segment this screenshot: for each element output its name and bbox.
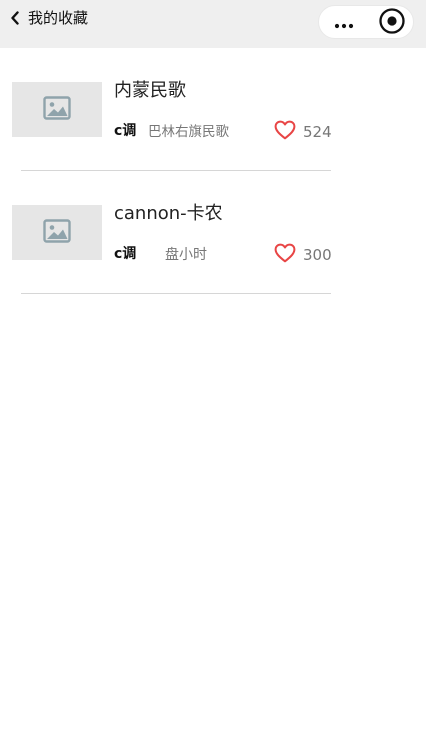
favorite-song-item[interactable]: cannon-卡农 c调 盘小时 300 (0, 171, 426, 294)
heart-outline-icon (274, 120, 296, 144)
song-cover (12, 82, 102, 137)
like-count: 524 (303, 123, 332, 141)
like-count: 300 (303, 246, 332, 264)
mini-program-capsule (318, 5, 414, 39)
list-divider (21, 293, 331, 294)
chevron-left-icon (10, 11, 20, 25)
song-key: c调 (114, 246, 137, 262)
song-title: 内蒙民歌 (114, 80, 186, 101)
song-artist: 巴林右旗民歌 (148, 124, 229, 140)
song-title: cannon-卡农 (114, 203, 223, 224)
more-button[interactable] (319, 6, 369, 40)
navigation-bar: 我的收藏 (0, 0, 426, 48)
image-placeholder-icon (43, 95, 71, 124)
song-key: c调 (114, 123, 137, 139)
target-circle-icon (378, 7, 406, 39)
page-title: 我的收藏 (28, 9, 89, 27)
back-button[interactable]: 我的收藏 (10, 7, 88, 29)
favorite-song-item[interactable]: 内蒙民歌 c调 巴林右旗民歌 524 (0, 48, 426, 171)
image-placeholder-icon (43, 218, 71, 247)
close-mini-program-button[interactable] (369, 6, 415, 40)
heart-outline-icon (274, 243, 296, 267)
like-button[interactable]: 300 (274, 243, 332, 267)
like-button[interactable]: 524 (274, 120, 332, 144)
song-cover (12, 205, 102, 260)
more-dots-icon (334, 14, 354, 33)
song-artist: 盘小时 (165, 247, 207, 263)
